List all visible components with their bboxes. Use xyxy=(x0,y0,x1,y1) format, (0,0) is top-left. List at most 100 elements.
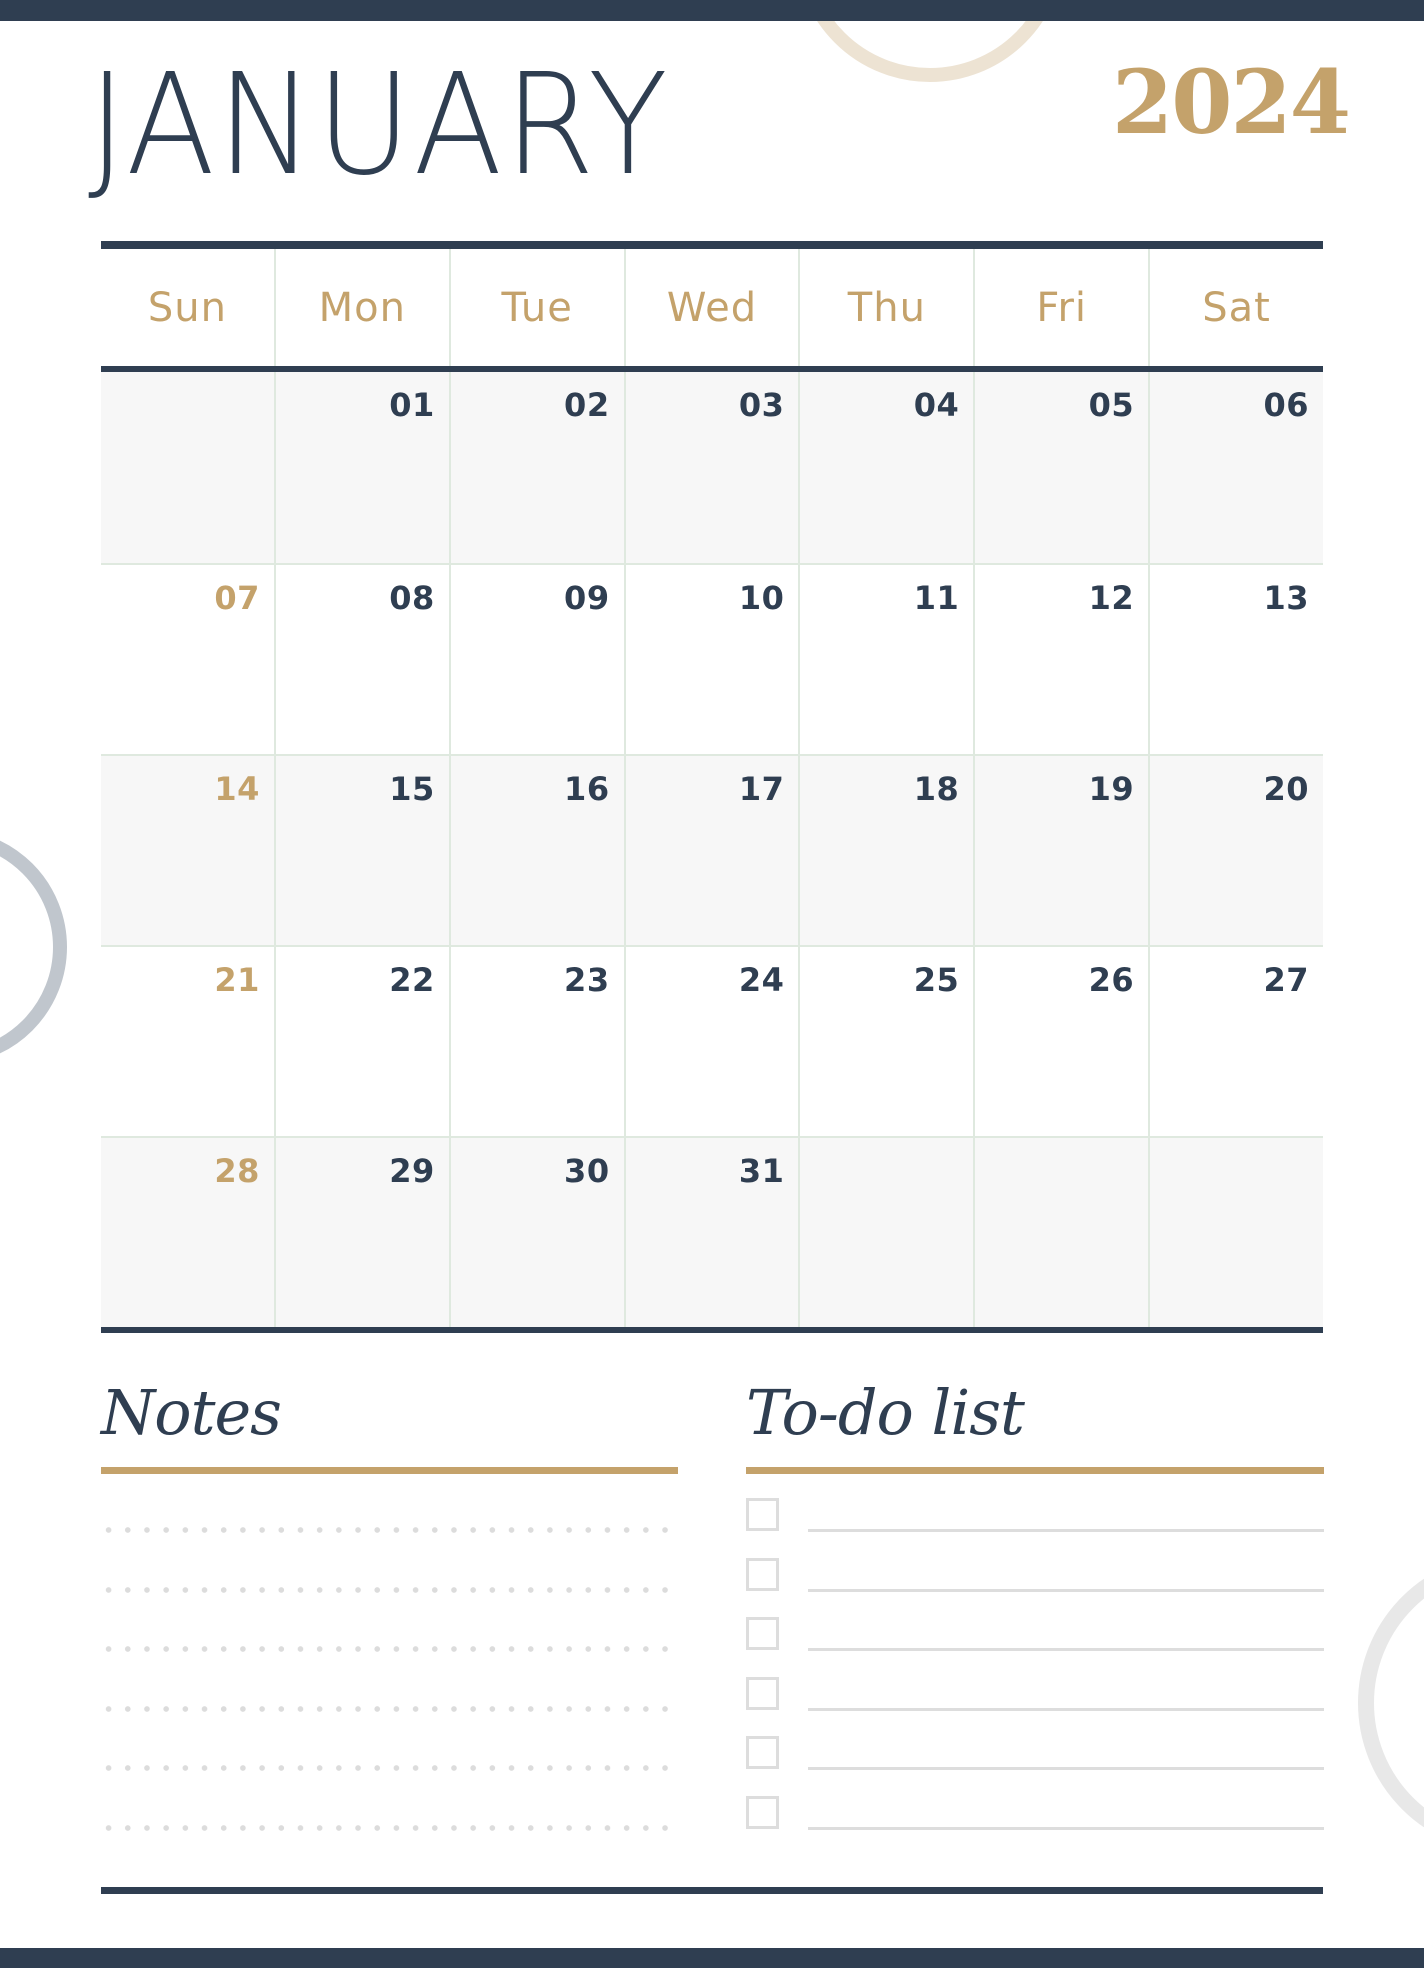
weekday-header: Wed xyxy=(623,249,799,366)
day-number: 29 xyxy=(389,1152,435,1190)
todo-checkbox[interactable] xyxy=(746,1557,779,1591)
todo-title: To-do list xyxy=(746,1376,1025,1449)
day-cell[interactable]: 28 xyxy=(101,1138,274,1327)
day-cell[interactable]: 27 xyxy=(1148,947,1323,1136)
day-cell[interactable]: 13 xyxy=(1148,565,1323,754)
day-number: 25 xyxy=(913,961,960,999)
todo-text-line[interactable] xyxy=(808,1767,1324,1770)
day-number: 14 xyxy=(214,770,260,808)
day-cell[interactable]: 31 xyxy=(623,1138,799,1327)
notes-dotted-line[interactable] xyxy=(99,1765,681,1771)
day-number: 24 xyxy=(738,961,785,999)
day-cell[interactable]: 20 xyxy=(1148,756,1323,945)
day-cell[interactable]: 08 xyxy=(273,565,449,754)
notes-dotted-line[interactable] xyxy=(99,1527,681,1533)
day-number: 03 xyxy=(738,386,785,424)
weekday-header: Thu xyxy=(798,249,973,366)
day-number: 26 xyxy=(1088,961,1135,999)
day-number: 04 xyxy=(913,386,960,424)
day-cell[interactable]: 07 xyxy=(101,565,274,754)
day-cell[interactable]: 25 xyxy=(798,947,973,1136)
empty-day-cell xyxy=(1148,1138,1323,1327)
day-cell[interactable]: 10 xyxy=(623,565,799,754)
day-cell[interactable]: 04 xyxy=(798,372,973,563)
calendar-top-rule xyxy=(101,241,1323,249)
notes-dotted-line[interactable] xyxy=(99,1706,681,1712)
day-cell[interactable]: 06 xyxy=(1148,372,1323,563)
day-cell[interactable]: 15 xyxy=(273,756,449,945)
year-title: 2024 xyxy=(1112,50,1351,154)
day-number: 09 xyxy=(564,579,610,617)
weekday-header: Tue xyxy=(448,249,624,366)
day-cell[interactable]: 26 xyxy=(973,947,1148,1136)
bottom-border-bar xyxy=(0,1948,1424,1968)
day-cell[interactable]: 09 xyxy=(448,565,624,754)
empty-day-cell xyxy=(101,372,274,563)
week-row: 01 02 03 04 05 06 xyxy=(101,372,1323,563)
todo-item xyxy=(746,1617,1324,1653)
empty-day-cell xyxy=(798,1138,973,1327)
day-cell[interactable]: 14 xyxy=(101,756,274,945)
day-number: 17 xyxy=(738,770,785,808)
notes-underline xyxy=(101,1467,678,1474)
day-number: 31 xyxy=(738,1152,785,1190)
day-cell[interactable]: 11 xyxy=(798,565,973,754)
todo-text-line[interactable] xyxy=(808,1648,1324,1651)
day-cell[interactable]: 03 xyxy=(623,372,799,563)
day-cell[interactable]: 30 xyxy=(448,1138,624,1327)
todo-text-line[interactable] xyxy=(808,1529,1324,1532)
week-row: 21 22 23 24 25 26 27 xyxy=(101,945,1323,1136)
day-cell[interactable]: 05 xyxy=(973,372,1148,563)
day-number: 19 xyxy=(1088,770,1135,808)
todo-checkbox[interactable] xyxy=(746,1498,779,1531)
todo-checkbox[interactable] xyxy=(746,1617,779,1650)
notes-dotted-line[interactable] xyxy=(99,1646,681,1652)
day-number: 06 xyxy=(1263,386,1310,424)
day-cell[interactable]: 24 xyxy=(623,947,799,1136)
todo-checkbox[interactable] xyxy=(746,1736,779,1769)
day-number: 07 xyxy=(214,579,260,617)
notes-title: Notes xyxy=(101,1376,282,1449)
todo-item xyxy=(746,1736,1324,1772)
day-number: 12 xyxy=(1088,579,1135,617)
top-border-bar xyxy=(0,0,1424,21)
day-cell[interactable]: 02 xyxy=(448,372,624,563)
week-row: 07 08 09 10 11 12 13 xyxy=(101,563,1323,754)
month-title: JANUARY xyxy=(88,44,670,207)
weekday-header: Sat xyxy=(1148,249,1323,366)
day-number: 21 xyxy=(214,961,260,999)
empty-day-cell xyxy=(973,1138,1148,1327)
day-cell[interactable]: 19 xyxy=(973,756,1148,945)
day-cell[interactable]: 12 xyxy=(973,565,1148,754)
todo-item xyxy=(746,1795,1324,1832)
day-number: 08 xyxy=(389,579,435,617)
todo-item xyxy=(746,1676,1324,1713)
day-cell[interactable]: 17 xyxy=(623,756,799,945)
day-number: 30 xyxy=(564,1152,610,1190)
todo-item xyxy=(746,1498,1324,1534)
day-cell[interactable]: 21 xyxy=(101,947,274,1136)
weekday-header: Fri xyxy=(973,249,1148,366)
day-cell[interactable]: 01 xyxy=(273,372,449,563)
notes-dotted-line[interactable] xyxy=(99,1825,681,1831)
day-cell[interactable]: 29 xyxy=(273,1138,449,1327)
todo-text-line[interactable] xyxy=(808,1588,1324,1592)
notes-dotted-line[interactable] xyxy=(99,1587,681,1593)
week-row: 28 29 30 31 xyxy=(101,1136,1323,1327)
todo-text-line[interactable] xyxy=(808,1826,1324,1830)
day-cell[interactable]: 22 xyxy=(273,947,449,1136)
todo-underline xyxy=(746,1467,1324,1474)
todo-checkbox[interactable] xyxy=(746,1795,779,1829)
day-cell[interactable]: 23 xyxy=(448,947,624,1136)
weeks-container: 01 02 03 04 05 06 07 08 09 10 11 12 13 14 15 16 17 18 19 20… xyxy=(101,372,1323,1327)
todo-text-line[interactable] xyxy=(808,1707,1324,1711)
bottom-rule xyxy=(101,1887,1323,1894)
day-number: 02 xyxy=(564,386,610,424)
todo-checkbox[interactable] xyxy=(746,1676,779,1710)
day-number: 10 xyxy=(738,579,785,617)
day-cell[interactable]: 18 xyxy=(798,756,973,945)
calendar-grid: Sun Mon Tue Wed Thu Fri Sat 01 02 03 04 05 06… xyxy=(101,241,1323,1333)
weekday-header: Mon xyxy=(273,249,449,366)
day-number: 20 xyxy=(1263,770,1310,808)
day-cell[interactable]: 16 xyxy=(448,756,624,945)
